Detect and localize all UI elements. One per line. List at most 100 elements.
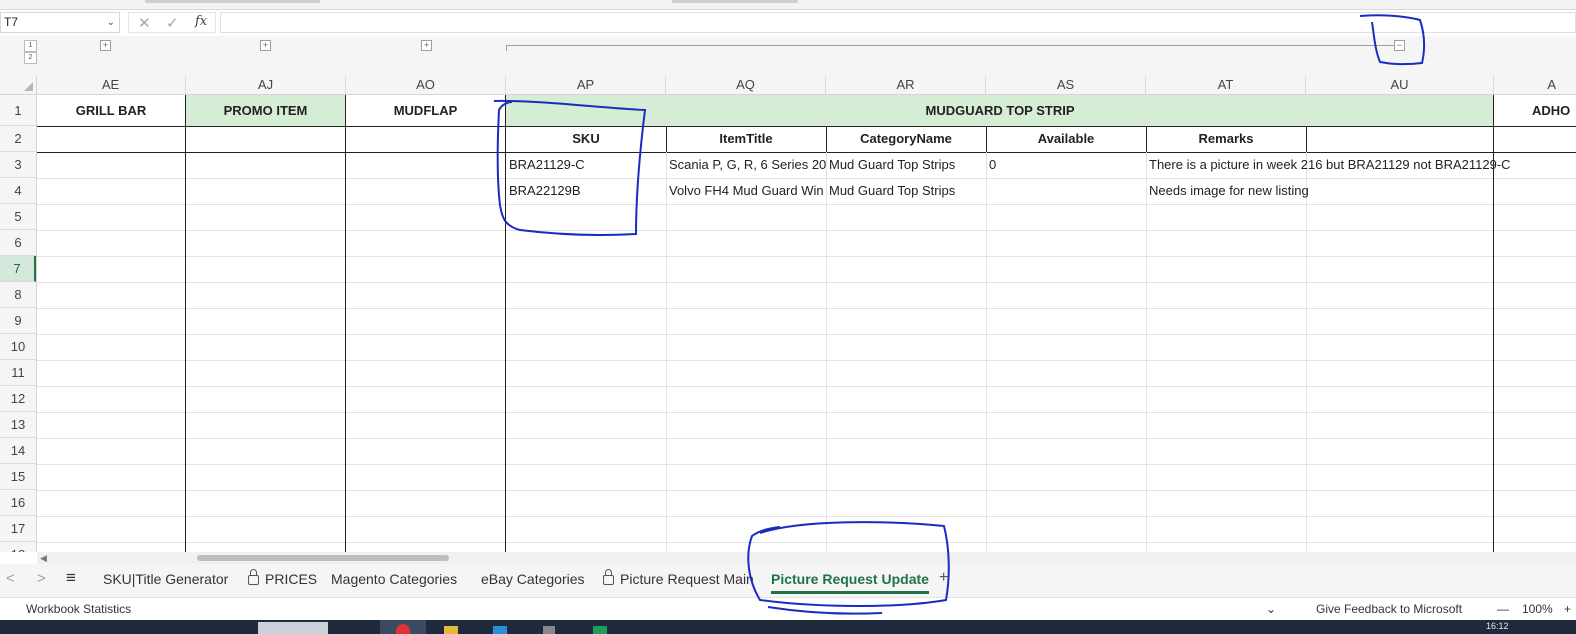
tab-prev-icon[interactable]: < <box>6 570 15 587</box>
cell-sku[interactable]: BRA22129B <box>506 178 666 204</box>
tab-label: PRICES <box>265 571 318 587</box>
horizontal-scrollbar[interactable]: ◀ <box>37 552 1576 564</box>
collapse-group-button[interactable]: − <box>1394 40 1405 51</box>
name-box[interactable]: T7 ⌄ <box>0 12 120 33</box>
lock-icon <box>248 569 259 585</box>
tab-label: Picture Request Update <box>771 571 929 587</box>
header-item-title[interactable]: ItemTitle <box>666 126 826 152</box>
cell-available[interactable]: 0 <box>986 152 1146 178</box>
column-header-ar[interactable]: AR <box>826 76 986 94</box>
tab-picture-request-main[interactable]: Picture Request Main <box>603 564 754 597</box>
column-header-au[interactable]: AU <box>1306 76 1494 94</box>
formula-input[interactable] <box>220 12 1576 33</box>
row-header[interactable]: 16 <box>0 490 36 516</box>
zoom-out-button[interactable]: — <box>1497 598 1509 620</box>
column-header-as[interactable]: AS <box>986 76 1146 94</box>
header-mudguard-top-strip[interactable]: MUDGUARD TOP STRIP <box>506 98 1494 124</box>
cell-remarks[interactable]: Needs image for new listing <box>1146 178 1446 204</box>
row-header[interactable]: 5 <box>0 204 36 230</box>
cell-item-title[interactable]: Volvo FH4 Mud Guard Win <box>666 178 826 204</box>
enter-icon[interactable]: ✓ <box>166 14 179 32</box>
tab-label: eBay Categories <box>481 571 585 587</box>
column-header-ae[interactable]: AE <box>36 76 186 94</box>
select-all-button[interactable] <box>0 76 37 94</box>
app-icon[interactable] <box>543 626 555 634</box>
excel-icon[interactable] <box>593 626 607 634</box>
row-header[interactable]: 10 <box>0 334 36 360</box>
row-header[interactable]: 2 <box>0 126 36 152</box>
header-available[interactable]: Available <box>986 126 1146 152</box>
give-feedback-link[interactable]: Give Feedback to Microsoft <box>1316 598 1462 620</box>
tab-sku-title-generator[interactable]: SKU|Title Generator <box>103 564 228 597</box>
expand-group-ao-button[interactable]: + <box>421 40 432 51</box>
cancel-icon[interactable]: ✕ <box>138 14 151 32</box>
ribbon-tab-edge <box>672 0 798 3</box>
column-header-next[interactable]: A <box>1494 76 1576 94</box>
header-promo-item[interactable]: PROMO ITEM <box>186 98 345 124</box>
chrome-icon <box>396 624 410 634</box>
taskbar-app-icon[interactable] <box>258 622 328 634</box>
insert-function-icon[interactable]: fx <box>195 14 207 29</box>
row-border <box>37 542 1576 543</box>
column-header-at[interactable]: AT <box>1146 76 1306 94</box>
cell-item-title[interactable]: Scania P, G, R, 6 Series 200 <box>666 152 826 178</box>
chevron-down-icon[interactable]: ⌄ <box>1266 598 1276 620</box>
chevron-down-icon[interactable]: ⌄ <box>107 13 115 32</box>
outline-level-1-button[interactable]: 1 <box>24 40 37 52</box>
row-header[interactable]: 4 <box>0 178 36 204</box>
row-header[interactable]: 1 <box>0 95 36 126</box>
row-header[interactable]: 11 <box>0 360 36 386</box>
row-header[interactable]: 18 <box>0 542 36 552</box>
row-header[interactable]: 8 <box>0 282 36 308</box>
tab-magento-categories[interactable]: Magento Categories <box>331 564 457 597</box>
row-header[interactable]: 13 <box>0 412 36 438</box>
scrollbar-thumb[interactable] <box>197 555 449 561</box>
header-sku[interactable]: SKU <box>506 126 666 152</box>
column-headers: AE AJ AO AP AQ AR AS AT AU A <box>0 76 1576 95</box>
expand-group-ae-button[interactable]: + <box>100 40 111 51</box>
edge-icon[interactable] <box>493 626 507 634</box>
cell-sku[interactable]: BRA21129-C <box>506 152 666 178</box>
expand-group-aj-button[interactable]: + <box>260 40 271 51</box>
header-border <box>1306 126 1307 152</box>
sheet-grid[interactable]: GRILL BAR PROMO ITEM MUDFLAP MUDGUARD TO… <box>37 95 1576 552</box>
outline-level-2-button[interactable]: 2 <box>24 52 37 64</box>
row-header-selected[interactable]: 7 <box>0 256 36 282</box>
folder-icon[interactable] <box>444 626 458 634</box>
header-grill-bar[interactable]: GRILL BAR <box>37 98 185 124</box>
zoom-level[interactable]: 100% <box>1522 598 1553 620</box>
all-sheets-icon[interactable]: ≡ <box>66 568 76 588</box>
column-header-ao[interactable]: AO <box>346 76 506 94</box>
column-header-ap[interactable]: AP <box>506 76 666 94</box>
cell-available[interactable] <box>986 178 1146 204</box>
outline-area: 1 2 + + + − <box>0 36 1576 76</box>
header-mudflap[interactable]: MUDFLAP <box>346 98 505 124</box>
cell-remarks[interactable]: There is a picture in week 216 but BRA21… <box>1146 152 1576 178</box>
workbook-statistics-button[interactable]: Workbook Statistics <box>26 598 131 620</box>
column-header-aj[interactable]: AJ <box>186 76 346 94</box>
tab-label: SKU|Title Generator <box>103 571 229 587</box>
tab-prices[interactable]: PRICES <box>248 564 317 597</box>
scroll-left-icon[interactable]: ◀ <box>40 553 47 564</box>
tab-picture-request-update[interactable]: Picture Request Update <box>771 564 929 597</box>
column-header-aq[interactable]: AQ <box>666 76 826 94</box>
row-headers: 1 2 3 4 5 6 7 8 9 10 11 12 13 14 15 16 1… <box>0 95 37 552</box>
row-header[interactable]: 3 <box>0 152 36 178</box>
tab-ebay-categories[interactable]: eBay Categories <box>481 564 585 597</box>
row-header[interactable]: 17 <box>0 516 36 542</box>
cell-category[interactable]: Mud Guard Top Strips <box>826 178 986 204</box>
tab-next-icon[interactable]: > <box>37 570 46 587</box>
row-border <box>37 490 1576 491</box>
cell-category[interactable]: Mud Guard Top Strips <box>826 152 986 178</box>
row-header[interactable]: 6 <box>0 230 36 256</box>
formula-bar: T7 ⌄ ✕ ✓ fx <box>0 10 1576 36</box>
add-sheet-button[interactable]: + <box>939 569 948 587</box>
header-adhoc[interactable]: ADHO <box>1494 98 1576 124</box>
header-remarks[interactable]: Remarks <box>1146 126 1306 152</box>
zoom-in-button[interactable]: + <box>1564 598 1571 620</box>
header-category-name[interactable]: CategoryName <box>826 126 986 152</box>
row-header[interactable]: 15 <box>0 464 36 490</box>
row-header[interactable]: 9 <box>0 308 36 334</box>
row-header[interactable]: 12 <box>0 386 36 412</box>
row-header[interactable]: 14 <box>0 438 36 464</box>
